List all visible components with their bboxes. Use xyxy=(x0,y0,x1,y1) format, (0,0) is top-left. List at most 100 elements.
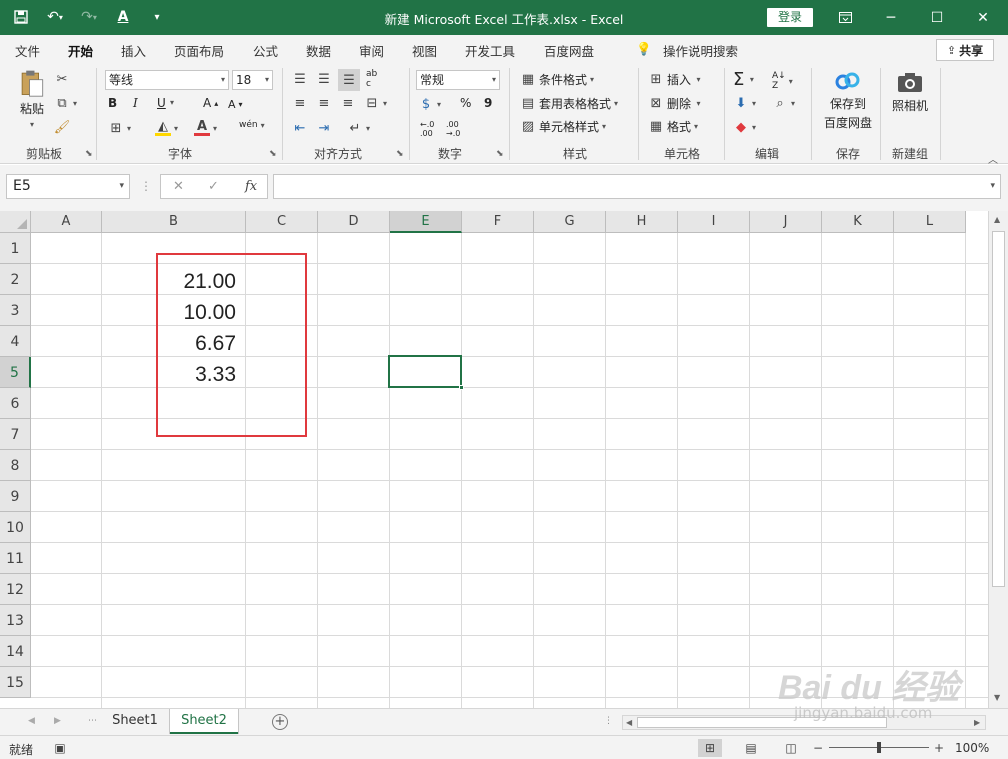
align-left-icon[interactable]: ≡ xyxy=(292,95,308,111)
alignment-launcher-icon[interactable]: ⬊ xyxy=(396,149,404,159)
row-header-2[interactable]: 2 xyxy=(0,264,31,295)
normal-view-icon[interactable]: ⊞ xyxy=(698,739,722,757)
increase-decimal-icon[interactable]: ←.0.00 xyxy=(420,120,434,138)
login-button[interactable]: 登录 xyxy=(767,8,813,27)
share-button[interactable]: ⇪ 共享 xyxy=(936,39,994,61)
cancel-icon[interactable]: ✕ xyxy=(173,179,184,194)
underline-button[interactable]: U xyxy=(157,96,166,110)
active-cell-border[interactable] xyxy=(388,355,462,388)
column-header-f[interactable]: F xyxy=(462,211,534,233)
page-layout-view-icon[interactable]: ▤ xyxy=(739,739,763,757)
decrease-font-icon[interactable]: A ▾ xyxy=(228,98,243,111)
font-name-select[interactable]: 等线 ▾ xyxy=(105,70,229,90)
formula-input[interactable]: ▾ xyxy=(273,174,1001,199)
increase-indent-icon[interactable]: ⇥ xyxy=(316,120,332,136)
percent-style-button[interactable]: % xyxy=(460,96,471,110)
expand-formula-icon[interactable]: ▾ xyxy=(990,181,995,191)
clear-icon[interactable]: ◆ ▾ xyxy=(733,119,756,135)
conditional-format-button[interactable]: ▦ 条件格式 ▾ xyxy=(520,71,594,88)
underline-dropdown-icon[interactable]: ▾ xyxy=(170,98,174,107)
fill-color-icon[interactable]: ◭ ▾ xyxy=(155,119,178,136)
column-header-j[interactable]: J xyxy=(750,211,822,233)
row-header-8[interactable]: 8 xyxy=(0,450,31,481)
ribbon-display-options-icon[interactable] xyxy=(822,0,868,35)
merge-center-icon[interactable]: ⊟ ▾ xyxy=(364,95,387,111)
row-header-3[interactable]: 3 xyxy=(0,295,31,326)
column-header-a[interactable]: A xyxy=(31,211,102,233)
macro-record-icon[interactable]: ▣ xyxy=(48,739,72,757)
zoom-in-icon[interactable]: + xyxy=(927,739,951,757)
vertical-scrollbar[interactable]: ▲ ▼ xyxy=(988,211,1008,708)
accounting-format-icon[interactable]: $ ▾ xyxy=(418,96,441,112)
column-header-e[interactable]: E xyxy=(390,211,462,233)
vertical-scroll-thumb[interactable] xyxy=(992,231,1005,587)
insert-function-button[interactable]: fx xyxy=(245,179,257,194)
find-select-icon[interactable]: ⌕ ▾ xyxy=(772,95,795,111)
insert-cells-button[interactable]: ⊞ 插入 ▾ xyxy=(648,71,701,88)
format-as-table-button[interactable]: ▤ 套用表格格式 ▾ xyxy=(520,95,618,112)
horizontal-scrollbar[interactable]: ◀ ▶ xyxy=(622,715,986,730)
row-header-6[interactable]: 6 xyxy=(0,388,31,419)
zoom-level[interactable]: 100% xyxy=(955,741,989,755)
scroll-right-icon[interactable]: ▶ xyxy=(974,718,980,727)
column-header-g[interactable]: G xyxy=(534,211,606,233)
format-painter-icon[interactable]: 🖌 xyxy=(54,119,71,135)
tab-data[interactable]: 数据 xyxy=(306,41,331,60)
phonetic-guide-icon[interactable]: wén ▾ xyxy=(239,120,265,130)
tab-developer[interactable]: 开发工具 xyxy=(465,41,515,60)
tab-formulas[interactable]: 公式 xyxy=(253,41,278,60)
fill-handle[interactable] xyxy=(459,385,464,390)
row-header-5[interactable]: 5 xyxy=(0,357,31,388)
worksheet-grid[interactable]: A B C D E F G H I J K L 1 2 3 4 5 6 7 8 9 10 11 12 13 14 15 21.00 10… xyxy=(0,211,988,708)
bold-button[interactable]: B xyxy=(108,96,117,110)
column-header-d[interactable]: D xyxy=(318,211,390,233)
sort-filter-icon[interactable]: A↓ Z ▾ xyxy=(772,71,793,91)
clipboard-launcher-icon[interactable]: ⬊ xyxy=(85,149,93,159)
zoom-slider-thumb[interactable] xyxy=(877,742,881,753)
align-center-icon[interactable]: ≡ xyxy=(316,95,332,111)
align-bottom-icon[interactable]: ☰ xyxy=(338,69,360,91)
row-header-9[interactable]: 9 xyxy=(0,481,31,512)
tab-view[interactable]: 视图 xyxy=(412,41,437,60)
tab-insert[interactable]: 插入 xyxy=(121,41,146,60)
sheet-tabs-more-icon[interactable]: ⋯ xyxy=(88,716,97,726)
cell-styles-button[interactable]: ▨ 单元格样式 ▾ xyxy=(520,118,606,135)
minimize-icon[interactable]: ─ xyxy=(868,0,914,35)
prev-sheet-icon[interactable]: ◀ xyxy=(28,716,35,726)
tab-home[interactable]: 开始 xyxy=(68,41,94,66)
column-header-c[interactable]: C xyxy=(246,211,318,233)
tab-file[interactable]: 文件 xyxy=(15,41,40,60)
tab-page-layout[interactable]: 页面布局 xyxy=(174,41,224,60)
zoom-out-icon[interactable]: − xyxy=(806,739,830,757)
row-header-4[interactable]: 4 xyxy=(0,326,31,357)
fill-icon[interactable]: ⬇ ▾ xyxy=(733,95,756,111)
scroll-left-icon[interactable]: ◀ xyxy=(626,718,632,727)
next-sheet-icon[interactable]: ▶ xyxy=(54,716,61,726)
enter-icon[interactable]: ✓ xyxy=(208,179,219,194)
formula-bar-splitter[interactable]: ⋮ xyxy=(140,179,152,193)
horizontal-scroll-thumb[interactable] xyxy=(637,717,887,728)
border-icon[interactable]: ⊞ ▾ xyxy=(108,120,131,136)
page-break-view-icon[interactable]: ◫ xyxy=(779,739,803,757)
align-right-icon[interactable]: ≡ xyxy=(340,95,356,111)
row-header-14[interactable]: 14 xyxy=(0,636,31,667)
row-header-12[interactable]: 12 xyxy=(0,574,31,605)
number-format-select[interactable]: 常规 ▾ xyxy=(416,70,500,90)
align-top-icon[interactable]: ☰ xyxy=(292,71,308,87)
tab-review[interactable]: 审阅 xyxy=(359,41,384,60)
autosum-icon[interactable]: Σ ▾ xyxy=(733,69,754,90)
comma-style-button[interactable]: 9 xyxy=(484,96,492,110)
orientation-icon[interactable]: ab c xyxy=(366,69,377,89)
italic-button[interactable]: I xyxy=(133,96,138,110)
scroll-down-icon[interactable]: ▼ xyxy=(994,693,1000,702)
sheet-tab-sheet2[interactable]: Sheet2 xyxy=(170,709,238,734)
cut-icon[interactable]: ✂ xyxy=(54,71,70,87)
collapse-ribbon-icon[interactable]: ︿ xyxy=(988,151,998,166)
number-launcher-icon[interactable]: ⬊ xyxy=(496,149,504,159)
column-header-l[interactable]: L xyxy=(894,211,966,233)
row-header-7[interactable]: 7 xyxy=(0,419,31,450)
select-all-button[interactable] xyxy=(0,211,31,233)
maximize-icon[interactable]: ☐ xyxy=(914,0,960,35)
row-header-13[interactable]: 13 xyxy=(0,605,31,636)
increase-font-icon[interactable]: A ▴ xyxy=(203,96,218,110)
